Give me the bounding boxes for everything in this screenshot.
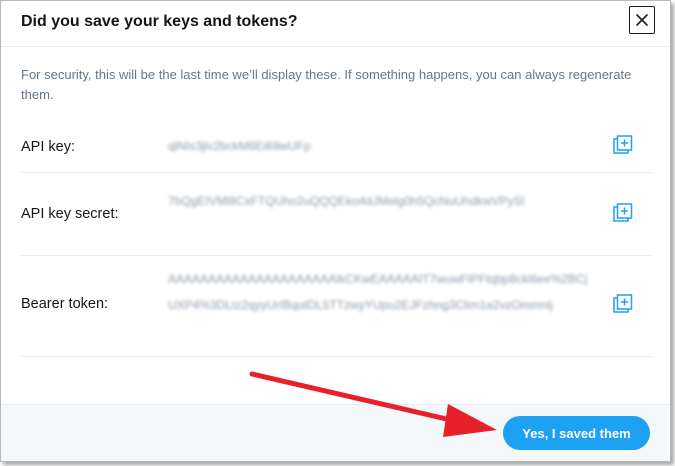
bearer-token-value: AAAAAAAAAAAAAAAAAAAAAIkCKwEAAAAAIT7wuwFI…	[168, 272, 588, 312]
api-key-value: qlNIs3jlv2bckM6Ei69wUFp	[168, 139, 311, 153]
copy-bearer-token-button[interactable]	[613, 294, 633, 314]
save-keys-dialog: Did you save your keys and tokens? For s…	[0, 0, 671, 462]
bearer-token-label: Bearer token:	[21, 296, 109, 312]
copy-icon	[613, 294, 633, 313]
close-button[interactable]	[629, 6, 655, 34]
api-key-row: API key: qlNIs3jlv2bckM6Ei69wUFp	[21, 123, 652, 173]
api-key-label: API key:	[21, 139, 75, 155]
yes-saved-them-button[interactable]: Yes, I saved them	[503, 416, 650, 450]
close-icon	[636, 14, 648, 26]
copy-api-key-button[interactable]	[613, 135, 633, 155]
bearer-token-row: Bearer token: AAAAAAAAAAAAAAAAAAAAAIkCKw…	[21, 256, 652, 357]
api-key-secret-value: 7bQgEIVMl8CxFTQUho2uQQQEko4dJMelg0h5QcNu…	[168, 194, 525, 208]
dialog-description: For security, this will be the last time…	[21, 67, 632, 102]
copy-icon	[613, 135, 633, 154]
dialog-footer: Yes, I saved them	[1, 404, 670, 461]
dialog-title: Did you save your keys and tokens?	[21, 13, 298, 30]
api-key-secret-label: API key secret:	[21, 206, 119, 222]
copy-api-key-secret-button[interactable]	[613, 203, 633, 223]
api-key-secret-row: API key secret: 7bQgEIVMl8CxFTQUho2uQQQE…	[21, 173, 652, 256]
dialog-header: Did you save your keys and tokens?	[1, 1, 670, 47]
copy-icon	[613, 203, 633, 222]
